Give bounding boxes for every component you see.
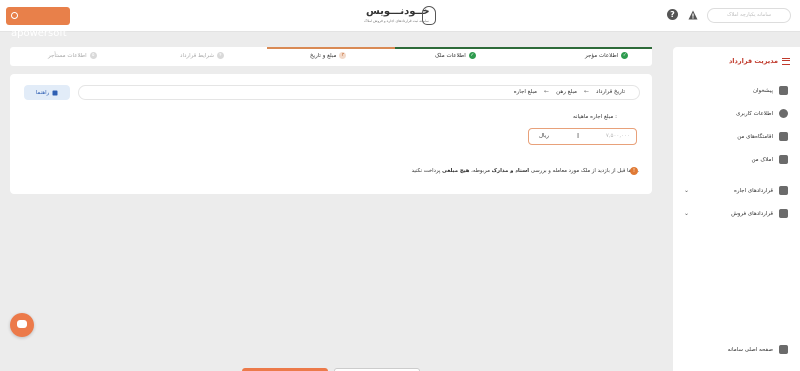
- currency-unit: ریال: [539, 133, 549, 139]
- sidebar-title[interactable]: مدیریت قرارداد: [729, 57, 790, 65]
- sidebar-home-link[interactable]: صفحه اصلی سامانه: [728, 345, 788, 354]
- warning-icon: !: [630, 167, 638, 175]
- wizard-stepper: اطلاعات مؤجر ✓ اطلاعات ملک ✓ مبلغ و تاری…: [10, 47, 652, 66]
- step-progress-done: [395, 47, 652, 49]
- arrow-left-icon: ←: [583, 88, 589, 95]
- sidebar-item-residences[interactable]: اقامتگاه‌های من: [737, 132, 788, 141]
- text-cursor-icon: I: [577, 132, 580, 140]
- watermark: apowersoft: [6, 7, 70, 39]
- user-menu[interactable]: سامانه یکپارچه املاک: [707, 8, 791, 23]
- sidebar: مدیریت قرارداد پیشخوان اطلاعات کاربری اق…: [673, 47, 800, 371]
- book-icon: [52, 90, 58, 95]
- owl-logo-icon: [422, 6, 436, 25]
- watermark-icon: [11, 12, 18, 19]
- chevron-down-icon[interactable]: ⌄: [684, 187, 689, 194]
- site-logo[interactable]: خــودنـــویس سامانه ثبت قراردادهای اجاره…: [362, 4, 442, 28]
- main-form-card: راهنما تاریخ قرارداد ← مبلغ رهن ← مبلغ ا…: [10, 74, 652, 194]
- check-icon: ✓: [621, 52, 629, 59]
- home-icon: [779, 345, 788, 354]
- chevron-down-icon[interactable]: ⌄: [684, 210, 689, 217]
- clipboard-icon: [779, 209, 788, 218]
- step-tenant-info[interactable]: اطلاعات مستأجر ۵: [48, 52, 97, 59]
- sidebar-item-my-properties[interactable]: املاک من: [751, 155, 788, 164]
- sidebar-item-rent-contracts[interactable]: قراردادهای اجاره: [734, 186, 788, 195]
- home-icon: [779, 155, 788, 164]
- step-number-badge: ۴: [216, 52, 224, 59]
- dashboard-icon: [779, 86, 788, 95]
- building-icon: [779, 132, 788, 141]
- breadcrumb-item[interactable]: مبلغ اجاره: [514, 89, 537, 95]
- check-icon: ✓: [468, 52, 476, 59]
- payment-warning: لطفا قبل از بازدید از ملک مورد معامله و …: [411, 168, 639, 174]
- step-number-badge: ۵: [89, 52, 97, 59]
- form-breadcrumb: تاریخ قرارداد ← مبلغ رهن ← مبلغ اجاره: [78, 85, 640, 100]
- step-property-info[interactable]: اطلاعات ملک ✓: [435, 52, 476, 59]
- clipboard-icon: [779, 186, 788, 195]
- step-contract-terms[interactable]: شرایط قرارداد ۴: [180, 52, 224, 59]
- logo-subtitle: سامانه ثبت قراردادهای اجاره و فروش املاک: [364, 19, 429, 23]
- user-icon: [779, 109, 788, 118]
- step-landlord-info[interactable]: اطلاعات مؤجر ✓: [585, 52, 629, 59]
- step-progress-active: [267, 47, 395, 49]
- sidebar-item-dashboard[interactable]: پیشخوان: [753, 86, 788, 95]
- input-placeholder: ۷,۵۰۰,۰۰۰: [605, 133, 630, 139]
- menu-icon: [782, 57, 790, 65]
- alert-icon[interactable]: [688, 10, 698, 20]
- breadcrumb-item[interactable]: مبلغ رهن: [556, 89, 577, 95]
- step-amount-date[interactable]: مبلغ و تاریخ ۳: [310, 52, 347, 59]
- monthly-rent-input[interactable]: ۷,۵۰۰,۰۰۰ I ریال: [528, 128, 637, 145]
- help-icon[interactable]: ?: [667, 9, 678, 20]
- logo-title: خــودنـــویس: [366, 6, 430, 17]
- step-number-badge: ۳: [339, 52, 347, 59]
- guide-button[interactable]: راهنما: [24, 85, 70, 100]
- chat-button[interactable]: [10, 313, 34, 337]
- top-bar: apowersoft خــودنـــویس سامانه ثبت قرارد…: [0, 0, 800, 39]
- monthly-rent-label: مبلغ اجاره ماهیانه :: [573, 114, 617, 120]
- sidebar-item-user-info[interactable]: اطلاعات کاربری: [736, 109, 788, 118]
- breadcrumb-item[interactable]: تاریخ قرارداد: [596, 89, 625, 95]
- arrow-left-icon: ←: [543, 88, 549, 95]
- sidebar-item-sale-contracts[interactable]: قراردادهای فروش: [731, 209, 788, 218]
